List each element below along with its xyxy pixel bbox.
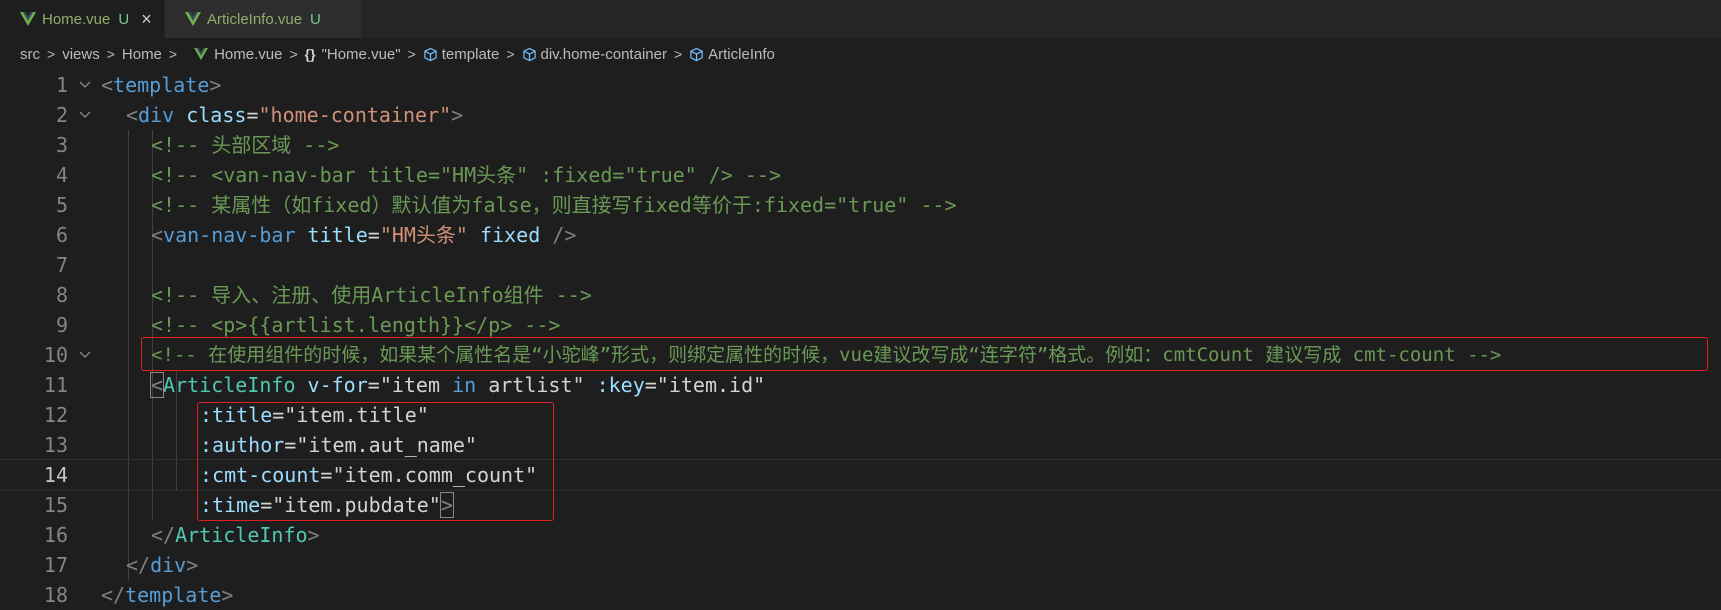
code-comment: <!-- <p>{{artlist.length}}</p> -->	[151, 313, 561, 337]
code-area[interactable]: 1 <template> 2 <div class="home-containe…	[0, 70, 1721, 607]
curly-braces-icon: {}	[304, 46, 316, 62]
breadcrumb-separator: >	[506, 46, 515, 62]
code-line: 4 <!-- <van-nav-bar title="HM头条" :fixed=…	[0, 160, 1721, 190]
breadcrumb-label: ArticleInfo	[708, 45, 775, 63]
tab-label: Home.vue	[42, 10, 111, 28]
code-line: 11 <ArticleInfo v-for="item in artlist" …	[0, 370, 1721, 400]
cube-icon	[424, 47, 437, 61]
highlight-box-props	[197, 402, 554, 521]
line-number: 5	[55, 193, 68, 217]
line-number: 7	[55, 253, 68, 277]
breadcrumb-separator: >	[47, 46, 56, 62]
line-number: 2	[55, 103, 68, 127]
tab-bar: Home.vue U × ArticleInfo.vue U	[0, 0, 1721, 38]
breadcrumb: src > views > Home > Home.vue > {} "Home…	[0, 38, 1721, 70]
line-number: 1	[55, 73, 68, 97]
line-number: 11	[43, 373, 68, 397]
vue-icon	[20, 12, 36, 26]
line-number: 18	[43, 583, 68, 607]
line-number: 6	[55, 223, 68, 247]
line-number: 17	[43, 553, 68, 577]
vue-icon	[185, 12, 201, 26]
code-text: <ArticleInfo v-for="item in artlist" :ke…	[149, 372, 766, 398]
line-number: 10	[43, 343, 68, 367]
code-line: 6 <van-nav-bar title="HM头条" fixed />	[0, 220, 1721, 250]
breadcrumb-item-module[interactable]: {} "Home.vue"	[305, 46, 401, 63]
tab-label: ArticleInfo.vue	[207, 10, 303, 28]
code-comment: <!-- <van-nav-bar title="HM头条" :fixed="t…	[151, 163, 782, 187]
line-number: 16	[43, 523, 68, 547]
breadcrumb-label: "Home.vue"	[321, 45, 401, 63]
code-line: 7	[0, 250, 1721, 280]
breadcrumb-item-home-vue[interactable]: Home.vue	[184, 46, 282, 63]
breadcrumb-separator: >	[407, 46, 416, 62]
breadcrumb-label: template	[441, 45, 500, 63]
close-icon[interactable]: ×	[141, 9, 152, 30]
breadcrumb-item-template[interactable]: template	[423, 45, 500, 63]
code-line: 17 </div>	[0, 550, 1721, 580]
breadcrumb-label: div.home-container	[540, 45, 667, 63]
line-number: 13	[43, 433, 68, 457]
line-number: 14	[43, 463, 68, 487]
line-number: 8	[55, 283, 68, 307]
code-line: 18 </template>	[0, 580, 1721, 610]
code-comment: <!-- 导入、注册、使用ArticleInfo组件 -->	[151, 283, 592, 307]
tab-home-vue[interactable]: Home.vue U ×	[0, 0, 164, 38]
breadcrumb-label: Home.vue	[214, 45, 283, 63]
code-text: <div class="home-container">	[126, 103, 464, 127]
breadcrumb-item-div[interactable]: div.home-container	[522, 46, 667, 63]
breadcrumb-separator: >	[673, 46, 683, 62]
line-number: 9	[55, 313, 68, 337]
line-number: 4	[55, 163, 68, 187]
code-line: 9 <!-- <p>{{artlist.length}}</p> -->	[0, 310, 1721, 340]
code-text: <template>	[101, 73, 222, 97]
code-line: 16 </ArticleInfo>	[0, 520, 1721, 550]
line-number: 3	[55, 133, 68, 157]
vue-icon	[194, 48, 208, 60]
breadcrumb-item-src[interactable]: src	[20, 46, 40, 63]
code-text: </ArticleInfo>	[151, 523, 320, 547]
code-editor-window: Home.vue U × ArticleInfo.vue U src > vie…	[0, 0, 1721, 607]
tab-articleinfo-vue[interactable]: ArticleInfo.vue U	[165, 0, 361, 38]
cube-icon	[690, 47, 703, 61]
breadcrumb-separator: >	[168, 46, 178, 62]
breadcrumb-item-views[interactable]: views	[62, 46, 100, 63]
code-text: <van-nav-bar title="HM头条" fixed />	[151, 223, 577, 247]
code-comment: <!-- 某属性（如fixed）默认值为false，则直接写fixed等价于:f…	[151, 193, 957, 217]
tab-status-badge: U	[310, 10, 321, 28]
code-line: 1 <template>	[0, 70, 1721, 100]
breadcrumb-separator: >	[106, 46, 115, 62]
highlight-box-comment	[141, 337, 1708, 371]
code-line: 5 <!-- 某属性（如fixed）默认值为false，则直接写fixed等价于…	[0, 190, 1721, 220]
breadcrumb-item-articleinfo[interactable]: ArticleInfo	[689, 46, 775, 63]
code-text: </template>	[101, 583, 234, 607]
code-line: 8 <!-- 导入、注册、使用ArticleInfo组件 -->	[0, 280, 1721, 310]
line-number: 15	[43, 493, 68, 517]
code-text: </div>	[126, 553, 199, 577]
line-number: 12	[43, 403, 68, 427]
cube-icon	[522, 47, 536, 61]
breadcrumb-separator: >	[289, 46, 298, 62]
code-line: 3 <!-- 头部区域 -->	[0, 130, 1721, 160]
tab-status-badge: U	[118, 10, 130, 28]
breadcrumb-item-home[interactable]: Home	[122, 46, 162, 63]
code-line: 2 <div class="home-container">	[0, 100, 1721, 130]
code-comment: <!-- 头部区域 -->	[151, 133, 340, 157]
